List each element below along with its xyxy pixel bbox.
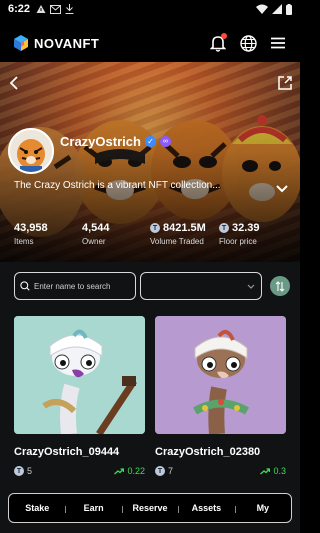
share-button[interactable] [278,76,292,95]
ostrich-artwork [155,316,286,434]
alert-icon [36,5,46,13]
status-time: 6:22 [8,3,31,15]
nft-image [14,316,145,434]
nav-stake[interactable]: Stake [9,503,65,513]
status-bar: 6:22 [0,0,300,18]
collection-title: CrazyOstrich ✓ ∞ [60,134,171,149]
nav-assets[interactable]: Assets [178,503,234,513]
back-arrow-icon [9,76,18,90]
share-icon [278,76,292,90]
collection-banner: CrazyOstrich ✓ ∞ The Crazy Ostrich is a … [0,62,300,262]
brand-name: NOVANFT [34,35,100,51]
nft-grid: CrazyOstrich_09444 T 5 0.22 CrazyOstrich… [14,316,286,476]
wifi-icon [256,4,268,14]
menu-button[interactable] [268,33,288,53]
ostrich-artwork [14,316,145,434]
items-panel: CrazyOstrich_09444 T 5 0.22 [0,262,300,533]
language-button[interactable] [238,33,258,53]
search-input[interactable] [34,281,130,291]
stat-value: 43,958 [14,222,48,234]
download-icon [65,4,74,14]
price-change-value: 0.22 [127,466,145,476]
tether-coin-icon: T [14,466,24,476]
chevron-down-icon [247,284,255,289]
signal-icon [272,4,282,14]
tiger-avatar-icon [10,130,52,172]
price-change: 0.3 [260,466,286,476]
stat-value: 32.39 [232,222,260,234]
stat-label: Items [14,237,34,246]
search-icon [20,281,30,291]
globe-icon [239,34,257,52]
stat-floor-price: T 32.39 Floor price [219,222,260,246]
expand-description-button[interactable] [276,180,288,198]
app-header: NOVANFT [0,24,300,62]
notification-badge [221,33,227,39]
nft-image [155,316,286,434]
nft-meta: T 7 0.3 [155,466,286,476]
collection-stats: 43,958 Items 4,544 Owner T 8421.5M Volume… [14,222,292,246]
collection-avatar [8,128,54,174]
nft-price: 7 [168,466,174,476]
bottom-nav: Stake Earn Reserve Assets My [8,493,292,523]
verified-badge-icon: ✓ [144,136,156,147]
stat-label: Floor price [219,237,257,246]
nft-meta: T 5 0.22 [14,466,145,476]
tether-coin-icon: T [150,223,160,233]
stat-value: 4,544 [82,222,110,234]
tether-coin-icon: T [219,223,229,233]
nft-name: CrazyOstrich_09444 [14,446,120,458]
filter-select[interactable] [140,272,262,300]
stat-label: Owner [82,237,106,246]
tether-coin-icon: T [155,466,165,476]
menu-icon [271,37,285,49]
battery-icon [286,3,292,15]
nav-reserve[interactable]: Reserve [121,503,178,513]
nft-price: 5 [27,466,33,476]
stat-label: Volume Traded [150,237,204,246]
chain-link-icon: ∞ [159,136,171,147]
stat-items: 43,958 Items [14,222,82,246]
stat-volume: T 8421.5M Volume Traded [150,222,219,246]
price-change-value: 0.3 [273,466,286,476]
logo[interactable]: NOVANFT [12,34,99,52]
notifications-button[interactable] [208,33,228,53]
sort-arrows-icon [275,280,285,292]
novanft-logo-icon [14,35,28,51]
stat-owner: 4,544 Owner [82,222,150,246]
trend-up-icon [260,467,271,474]
trend-up-icon [114,467,125,474]
sort-button[interactable] [270,276,290,296]
collection-description: The Crazy Ostrich is a vibrant NFT colle… [14,180,221,191]
nav-earn[interactable]: Earn [65,503,121,513]
chevron-down-icon [276,185,288,193]
nft-name: CrazyOstrich_02380 [155,446,261,458]
nft-card[interactable]: CrazyOstrich_02380 T 7 0.3 [155,316,286,476]
price-change: 0.22 [114,466,145,476]
collection-name: CrazyOstrich [60,134,141,149]
nav-my[interactable]: My [234,503,291,513]
back-button[interactable] [8,76,20,95]
nft-card[interactable]: CrazyOstrich_09444 T 5 0.22 [14,316,145,476]
mail-icon [50,4,62,14]
search-box[interactable] [14,272,136,300]
filter-bar [14,272,292,300]
stat-value: 8421.5M [163,222,206,234]
